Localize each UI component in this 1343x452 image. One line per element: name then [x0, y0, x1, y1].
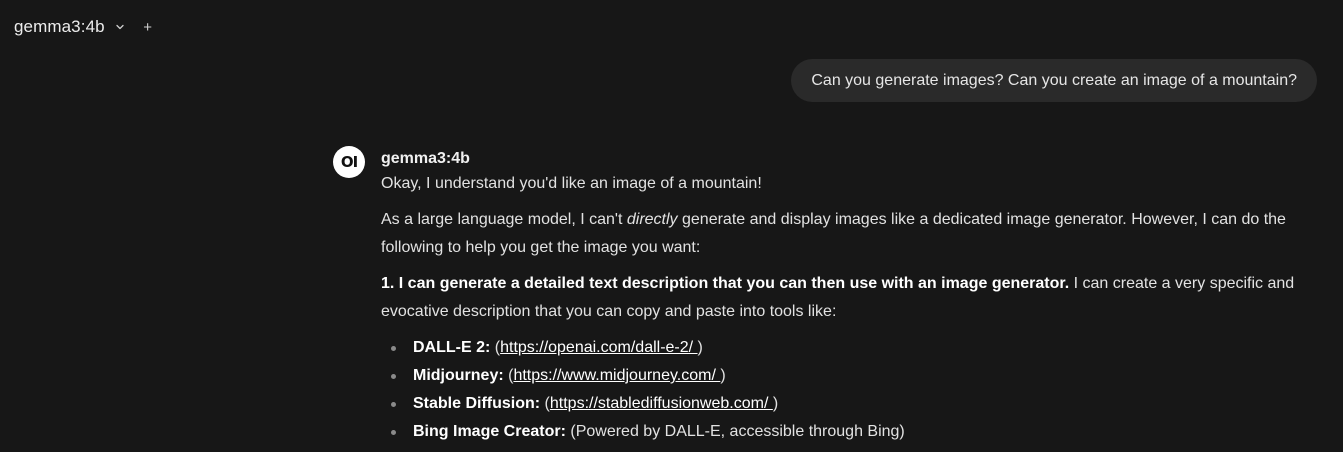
bullet-dot — [391, 374, 396, 379]
user-message-text: Can you generate images? Can you create … — [811, 71, 1297, 89]
tool-link[interactable]: https://openai.com/dall-e-2/ — [500, 339, 697, 356]
paren-close: ) — [720, 367, 726, 384]
p2-emphasis: directly — [626, 211, 678, 228]
response-paragraph-1: Okay, I understand you'd like an image o… — [381, 175, 762, 192]
tool-note: (Powered by DALL-E, accessible through B… — [565, 423, 905, 440]
paren-close: ) — [772, 395, 779, 412]
paren-close: ) — [697, 339, 703, 356]
response-paragraph-3: 1. I can generate a detailed text descri… — [381, 270, 1321, 326]
list-item: Bing Image Creator: (Powered by DALL-E, … — [381, 418, 1321, 446]
tool-name: Midjourney: — [413, 367, 504, 384]
tool-name: DALL-E 2: — [413, 339, 491, 356]
paren-open: ( — [540, 395, 550, 412]
bullet-dot — [391, 346, 396, 351]
p3-bold: 1. I can generate a detailed text descri… — [381, 275, 1070, 292]
list-item: DALL-E 2: (https://openai.com/dall-e-2/ … — [381, 334, 1321, 362]
plus-icon[interactable]: + — [141, 19, 155, 36]
paren-open: ( — [503, 367, 514, 384]
chevron-down-icon[interactable] — [113, 20, 127, 34]
user-message-bubble: Can you generate images? Can you create … — [791, 59, 1317, 102]
response-paragraph-2: As a large language model, I can't direc… — [381, 206, 1321, 262]
list-item: Stable Diffusion: (https://stablediffusi… — [381, 390, 1321, 418]
assistant-message-content: gemma3:4b Okay, I understand you'd like … — [381, 148, 1321, 446]
model-selector-label[interactable]: gemma3:4b — [14, 17, 105, 37]
assistant-name: gemma3:4b — [381, 150, 470, 167]
p2-before: As a large language model, I can't — [381, 211, 627, 228]
tool-link[interactable]: https://stablediffusionweb.com/ — [550, 395, 773, 412]
bullet-dot — [391, 402, 396, 407]
tools-list: DALL-E 2: (https://openai.com/dall-e-2/ … — [381, 334, 1321, 446]
list-item: Midjourney: (https://www.midjourney.com/… — [381, 362, 1321, 390]
tool-name: Bing Image Creator: — [413, 423, 566, 440]
tool-link[interactable]: https://www.midjourney.com/ — [513, 367, 720, 384]
tool-name: Stable Diffusion: — [413, 395, 541, 412]
bullet-dot — [391, 430, 396, 435]
assistant-avatar: OI — [333, 146, 365, 178]
top-bar: gemma3:4b + — [14, 14, 155, 40]
paren-open: ( — [490, 339, 501, 356]
